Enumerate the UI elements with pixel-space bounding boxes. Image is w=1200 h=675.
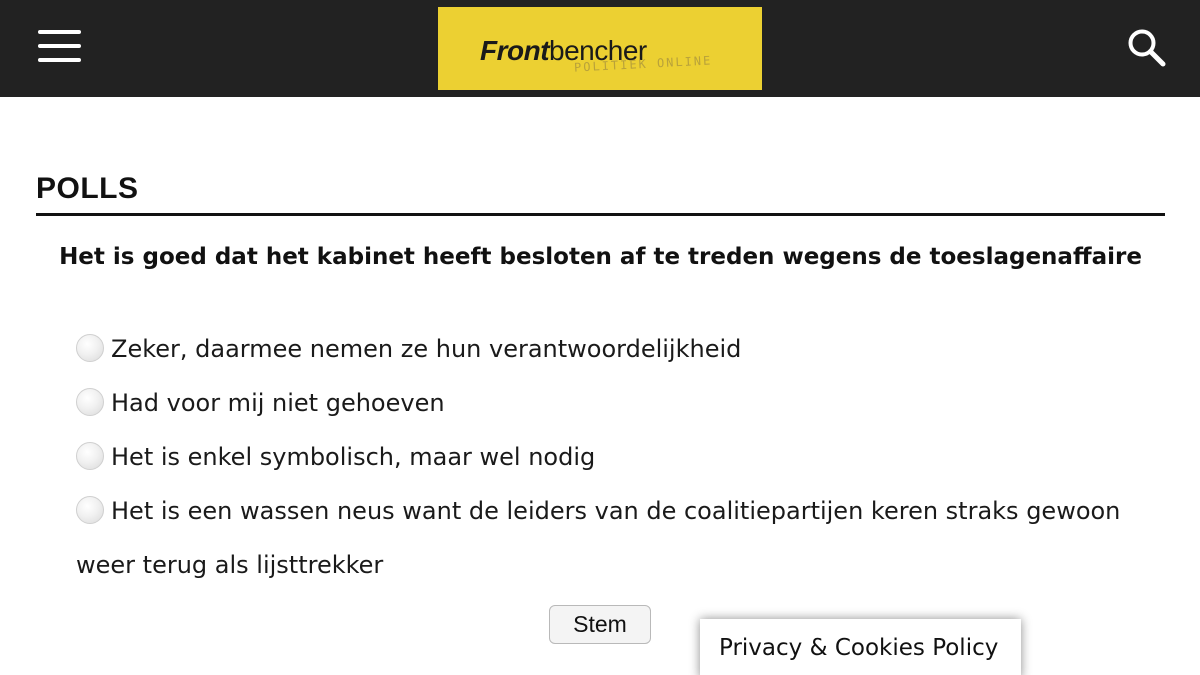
vote-button[interactable]: Stem	[549, 605, 651, 644]
poll-option[interactable]: Het is een wassen neus want de leiders v…	[76, 484, 1176, 592]
poll-option-label: Het is een wassen neus want de leiders v…	[76, 497, 1121, 579]
menu-line	[38, 58, 81, 62]
privacy-cookies-policy-button[interactable]: Privacy & Cookies Policy	[700, 619, 1021, 675]
poll-option-label: Had voor mij niet gehoeven	[111, 389, 445, 417]
section-title: POLLS	[36, 172, 139, 205]
poll-option-label: Zeker, daarmee nemen ze hun verantwoorde…	[111, 335, 742, 363]
section-divider	[36, 213, 1165, 216]
menu-line	[38, 30, 81, 34]
poll-options: Zeker, daarmee nemen ze hun verantwoorde…	[76, 322, 1176, 592]
poll-option[interactable]: Zeker, daarmee nemen ze hun verantwoorde…	[76, 322, 1176, 376]
menu-line	[38, 44, 81, 48]
radio-button[interactable]	[76, 442, 104, 470]
poll-option-label: Het is enkel symbolisch, maar wel nodig	[111, 443, 596, 471]
radio-button[interactable]	[76, 388, 104, 416]
site-logo[interactable]: Frontbencher POLITIEK ONLINE	[438, 7, 762, 90]
radio-button[interactable]	[76, 334, 104, 362]
poll-option[interactable]: Het is enkel symbolisch, maar wel nodig	[76, 430, 1176, 484]
search-icon[interactable]	[1126, 28, 1168, 68]
radio-button[interactable]	[76, 496, 104, 524]
hamburger-menu-icon[interactable]	[38, 30, 82, 64]
poll-question: Het is goed dat het kabinet heeft beslot…	[59, 244, 1142, 270]
poll-option[interactable]: Had voor mij niet gehoeven	[76, 376, 1176, 430]
top-navigation-bar: Frontbencher POLITIEK ONLINE	[0, 0, 1200, 97]
